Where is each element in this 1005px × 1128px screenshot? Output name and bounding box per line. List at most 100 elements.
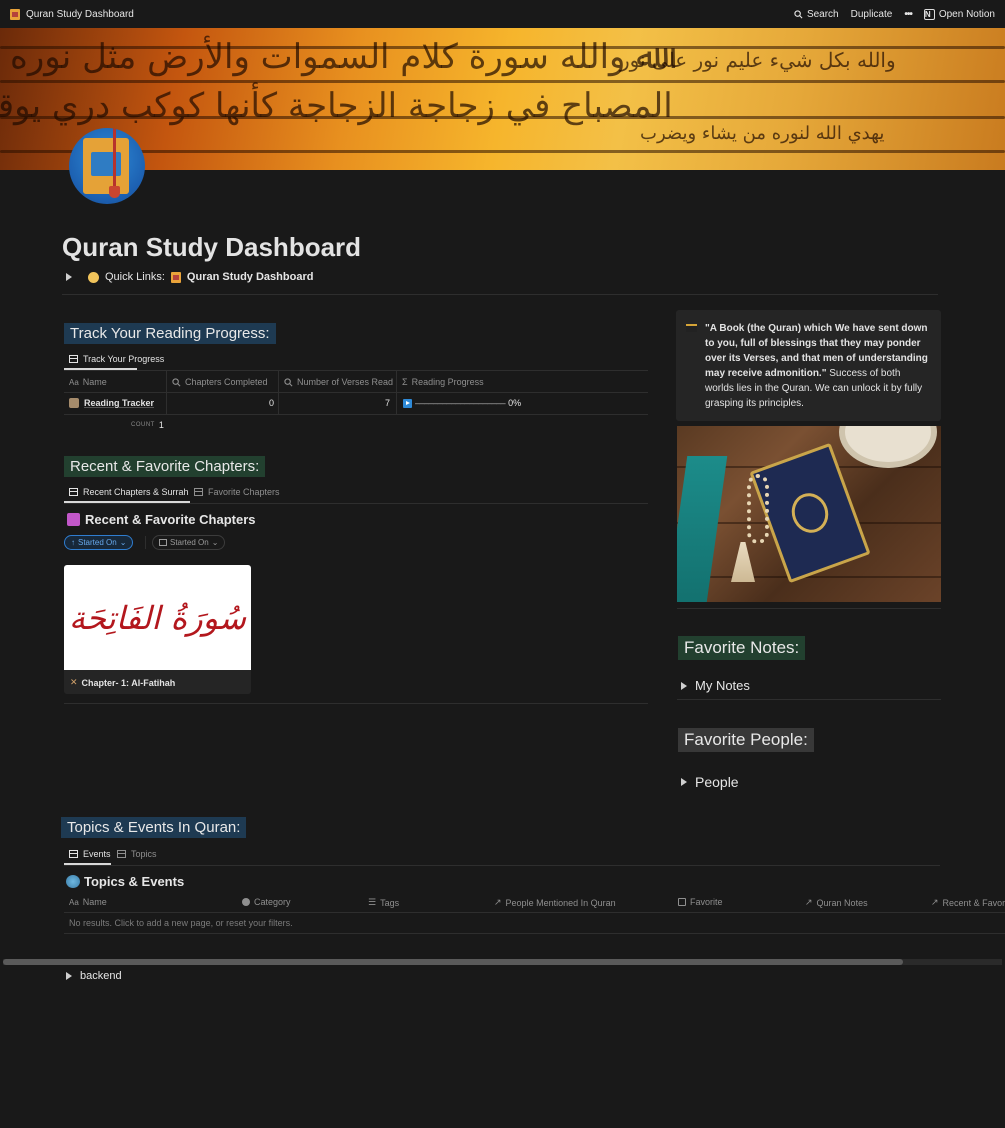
column-header-favorite[interactable]: Favorite [678, 897, 723, 907]
quick-links-label: Quick Links: [105, 271, 165, 283]
tab-label: Recent Chapters & Surrah [83, 487, 189, 497]
divider [64, 703, 648, 704]
column-header-name[interactable]: Aa Name [69, 377, 107, 387]
database-title-chapters[interactable]: Recent & Favorite Chapters [67, 512, 256, 527]
reader-icon [69, 398, 79, 408]
tab-label: Track Your Progress [83, 354, 165, 364]
book-icon [10, 8, 20, 20]
toggle-arrow-icon[interactable] [681, 681, 687, 690]
section-heading-topics: Topics & Events In Quran: [61, 817, 247, 838]
empty-state-text[interactable]: No results. Click to add a new page, or … [69, 918, 293, 928]
sort-pill[interactable]: ↑ Started On ⌄ [64, 535, 134, 550]
page-title: Quran Study Dashboard [62, 232, 362, 262]
breadcrumb-page-name: Quran Study Dashboard [26, 8, 134, 20]
tab-label: Topics [131, 849, 157, 859]
tab-favorite-chapters[interactable]: Favorite Chapters [194, 487, 280, 497]
cover-image: ﷲ ﻭﺍﻟﻠﻪ ﺳﻮﺭﺓ ﻛﻼﻡ ﺍﻟﺴﻤﻮﺍﺕ ﻭﺍﻷﺭﺽ ﻣﺜﻞ ﻧﻮﺭﻩ … [0, 28, 1005, 170]
column-header-recent-favorite[interactable]: ↗ Recent & Favor [931, 897, 1005, 908]
sort-pill-label: Started On [78, 538, 117, 547]
row-name-cell[interactable]: Reading Tracker [69, 398, 154, 408]
tab-events[interactable]: Events [69, 849, 111, 859]
column-label: Chapters Completed [185, 377, 268, 387]
chapters-db-icon [67, 513, 80, 526]
chevron-down-icon: ⌄ [119, 538, 127, 547]
count-footer[interactable]: COUNT 1 [131, 420, 164, 430]
reading-progress-bar: –––––––––––––––––––– 0% [403, 398, 521, 408]
column-label: Category [254, 897, 291, 907]
column-header-tags[interactable]: ☰ Tags [368, 897, 399, 908]
divider [64, 503, 648, 504]
column-header-name[interactable]: Aa Name [69, 897, 107, 907]
verses-read-value: 7 [384, 398, 390, 408]
column-label: Name [82, 897, 107, 907]
column-header-chapters[interactable]: Chapters Completed [172, 377, 268, 387]
column-header-quran-notes[interactable]: ↗ Quran Notes [805, 897, 868, 908]
filter-pill-label: Started On [170, 538, 209, 547]
toggle-arrow-icon[interactable] [681, 778, 687, 786]
breadcrumb[interactable]: Quran Study Dashboard [10, 8, 134, 20]
column-divider [166, 371, 167, 415]
tab-topics[interactable]: Topics [117, 849, 157, 859]
column-label: Tags [380, 897, 400, 908]
database-title: Topics & Events [84, 874, 185, 889]
column-label: Reading Progress [411, 377, 484, 387]
card-arabic-calligraphy: سُورَةُ الفَاتِحَة [68, 598, 247, 637]
play-icon [403, 398, 412, 408]
open-notion-button[interactable]: N Open Notion [923, 8, 995, 20]
duplicate-button[interactable]: Duplicate [851, 9, 893, 20]
relation-arrow-icon: ↗ [805, 897, 813, 907]
column-header-verses[interactable]: Number of Verses Read [284, 377, 393, 387]
select-icon [242, 898, 250, 906]
tab-label: Events [83, 849, 111, 859]
relation-arrow-icon: ↗ [494, 897, 502, 907]
pill-divider [145, 536, 146, 549]
more-options-button[interactable]: ••• [904, 9, 912, 20]
table-icon [69, 355, 78, 363]
horizontal-scrollbar-thumb[interactable] [3, 959, 903, 965]
quote-callout: "A Book (the Quran) which We have sent d… [676, 310, 941, 421]
checkbox-icon [678, 898, 686, 906]
column-header-progress[interactable]: Σ Reading Progress [402, 377, 484, 387]
filter-pill[interactable]: Started On ⌄ [152, 535, 226, 550]
toggle-label: My Notes [695, 678, 750, 693]
divider [64, 370, 648, 371]
tab-label: Favorite Chapters [208, 487, 280, 497]
gallery-card-al-fatihah[interactable]: سُورَةُ الفَاتِحَة ✕ Chapter- 1: Al-Fati… [64, 565, 251, 694]
progress-percent: 0% [508, 398, 522, 408]
divider [677, 608, 941, 609]
section-heading-people: Favorite People: [678, 728, 814, 752]
card-cover-image: سُورَةُ الفَاتِحَة [64, 565, 251, 670]
table-icon [117, 850, 126, 858]
section-heading-reading: Track Your Reading Progress: [64, 323, 276, 344]
toggle-label: People [695, 774, 739, 790]
toggle-label: backend [80, 970, 122, 982]
tab-recent-chapters[interactable]: Recent Chapters & Surrah [69, 487, 189, 497]
progress-track: –––––––––––––––––––– [415, 398, 506, 408]
column-label: Number of Verses Read [297, 377, 394, 387]
toggle-arrow-icon[interactable] [66, 273, 72, 281]
section-heading-notes: Favorite Notes: [678, 636, 806, 660]
open-book-icon: ✕ [70, 677, 78, 687]
quick-links-page-link[interactable]: Quran Study Dashboard [187, 271, 314, 283]
my-notes-toggle[interactable]: My Notes [681, 678, 750, 693]
book-icon [170, 271, 181, 283]
toggle-arrow-icon[interactable] [66, 972, 72, 980]
text-property-icon: Aa [69, 377, 79, 387]
search-label: Search [806, 8, 839, 20]
search-button[interactable]: Search [794, 9, 839, 20]
tab-track-your-progress[interactable]: Track Your Progress [69, 354, 164, 364]
chapters-completed-value: 0 [268, 398, 274, 408]
formula-icon: Σ [402, 377, 408, 387]
database-title-topics[interactable]: Topics & Events [66, 874, 184, 889]
backend-toggle[interactable]: backend [66, 970, 122, 982]
globe-icon [66, 875, 80, 888]
divider [64, 865, 940, 866]
column-label: People Mentioned In Quran [505, 897, 616, 908]
page-icon-book[interactable] [69, 128, 145, 204]
card-caption: Chapter- 1: Al-Fatihah [81, 677, 176, 688]
column-header-people[interactable]: ↗ People Mentioned In Quran [494, 897, 616, 908]
column-header-category[interactable]: Category [242, 897, 291, 907]
quick-links-toggle[interactable]: Quick Links: Quran Study Dashboard [66, 271, 313, 283]
quran-photo [677, 426, 941, 602]
people-toggle[interactable]: People [681, 774, 739, 790]
